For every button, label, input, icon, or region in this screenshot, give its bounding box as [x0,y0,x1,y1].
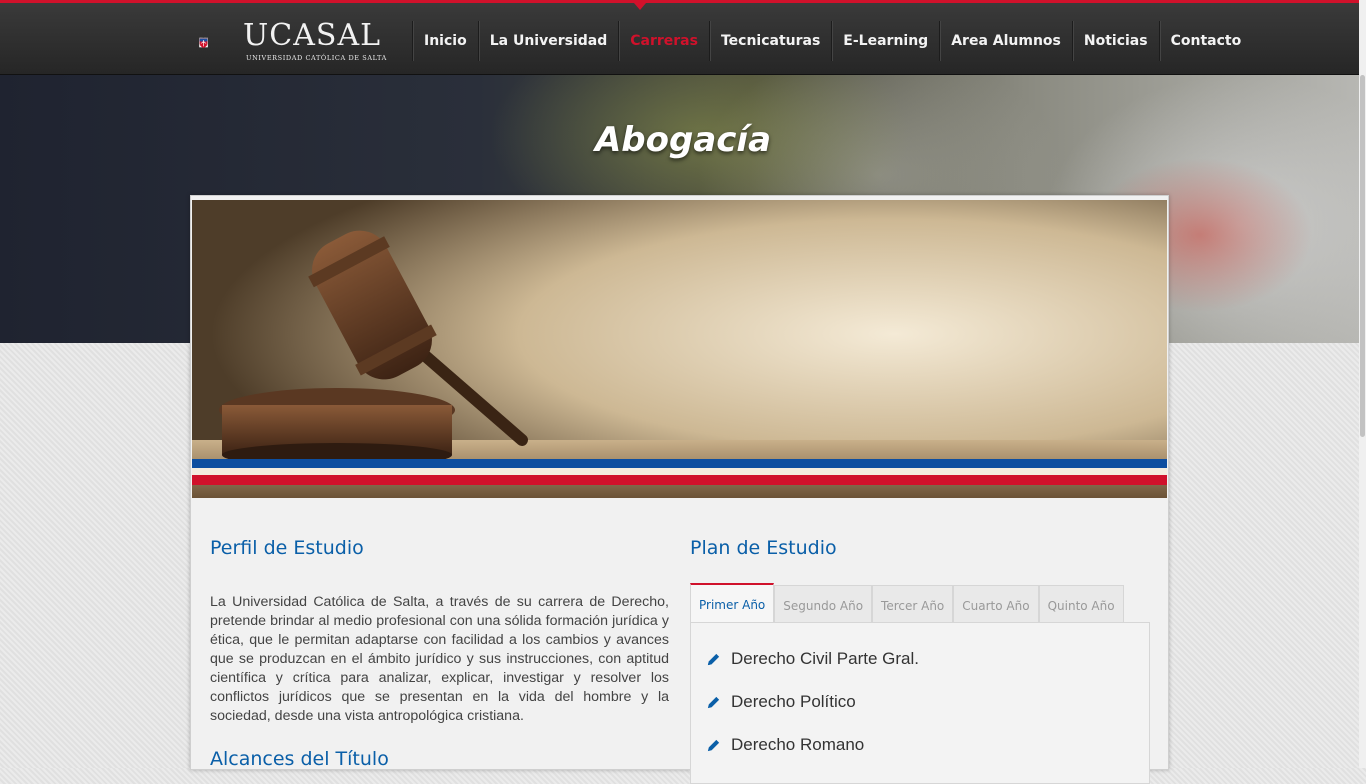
svg-text:SEDES SAPIENTIAE: SEDES SAPIENTIAE [199,36,208,39]
logo-wordmark[interactable]: UCASAL [243,21,381,51]
tab-quinto-ano[interactable]: Quinto Año [1038,585,1124,623]
pencil-icon [707,739,720,751]
active-nav-pointer [634,3,646,10]
profile-text: La Universidad Católica de Salta, a trav… [210,594,669,724]
tab-segundo-ano[interactable]: Segundo Año [774,585,873,623]
subject-label: Derecho Político [731,692,856,711]
plan-heading: Plan de Estudio [690,537,837,559]
subject-item: Derecho Político [706,692,856,712]
pencil-icon [707,653,720,665]
nav-item-contacto[interactable]: Contacto [1158,21,1253,61]
scope-heading: Alcances del Título [210,748,389,770]
subject-item: Derecho Civil Parte Gral. [706,649,919,669]
tab-tercer-ano[interactable]: Tercer Año [872,585,954,623]
pencil-icon [707,696,720,708]
scrollbar-thumb[interactable] [1360,75,1365,437]
page-title: Abogacía [594,120,772,160]
nav-item-tecnicaturas[interactable]: Tecnicaturas [708,21,831,61]
nav-item-noticias[interactable]: Noticias [1071,21,1159,61]
nav-item-carreras[interactable]: Carreras [618,21,709,61]
content-panel: Perfil de Estudio La Universidad Católic… [190,195,1169,784]
logo-subtitle: UNIVERSIDAD CATÓLICA DE SALTA [246,54,387,62]
year-tabs: Primer Año Segundo Año Tercer Año Cuarto… [690,583,1124,625]
ucasal-shield-logo[interactable]: SEDES SAPIENTIAE [199,18,241,68]
subjects-panel: Derecho Civil Parte Gral. Derecho Políti… [690,622,1150,784]
gavel-banner-image [192,200,1167,498]
navbar: SEDES SAPIENTIAE UCASAL UNIVERSIDAD CATÓ… [0,3,1366,75]
subject-label: Derecho Romano [731,735,865,754]
subject-label: Derecho Civil Parte Gral. [731,649,920,668]
nav-item-area-alumnos[interactable]: Area Alumnos [939,21,1072,61]
tab-primer-ano[interactable]: Primer Año [690,583,775,625]
main-nav: Inicio La Universidad Carreras Tecnicatu… [412,21,1252,61]
nav-item-inicio[interactable]: Inicio [412,21,478,61]
nav-item-e-learning[interactable]: E-Learning [831,21,939,61]
subject-item: Derecho Romano [706,735,864,755]
nav-item-la-universidad[interactable]: La Universidad [477,21,619,61]
tab-cuarto-ano[interactable]: Cuarto Año [953,585,1039,623]
profile-heading: Perfil de Estudio [210,537,364,559]
